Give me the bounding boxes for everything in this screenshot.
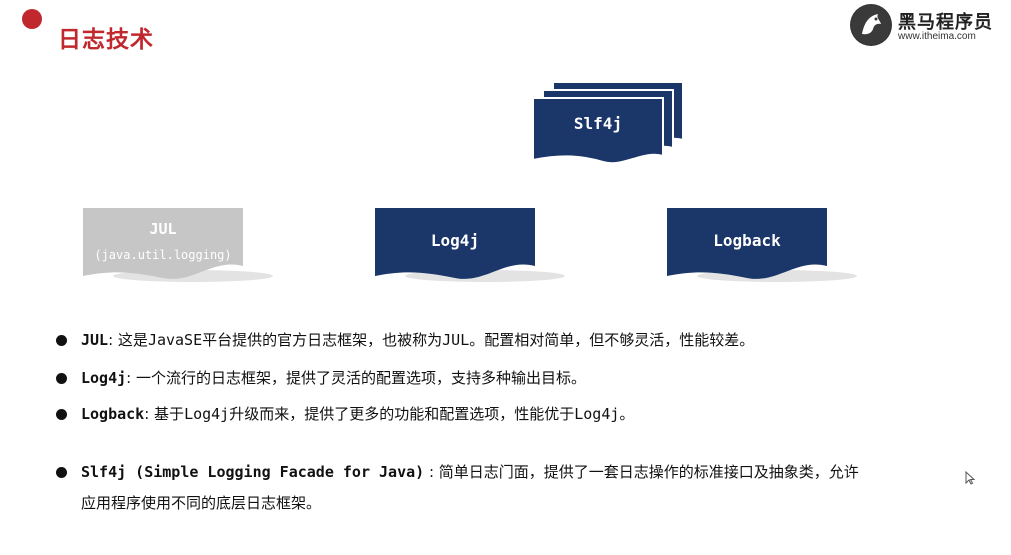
logback-document: Logback [667,208,857,282]
bullet-term: Slf4j (Simple Logging Facade for Java) [81,463,425,481]
bullet-dot-icon [56,467,67,478]
bullet-dot-icon [56,409,67,420]
bullet-term: Log4j [81,369,127,387]
brand-logo-block: 黑马程序员 www.itheima.com [850,4,1000,48]
page-title: 日志技术 [58,27,154,53]
slf4j-document-stack: Slf4j [532,81,693,165]
mouse-cursor-icon [965,470,976,489]
bullet-dot-icon [56,373,67,384]
title-bullet-icon [22,9,42,29]
bullet-term: JUL [81,331,109,349]
bullet-text: JUL: 这是JavaSE平台提供的官方日志框架，也被称为JUL。配置相对简单，… [81,331,755,349]
log4j-document: Log4j [375,208,565,282]
jul-title: JUL [149,220,177,238]
jul-document: JUL (java.util.logging) [83,208,273,282]
log4j-label: Log4j [430,231,480,250]
bullet-term: Logback [81,405,145,423]
logback-label: Logback [713,231,781,250]
slf4j-label: Slf4j [573,114,623,133]
bullet-text: Logback: 基于Log4j升级而来，提供了更多的功能和配置选项，性能优于L… [81,405,635,423]
horse-logo-icon [850,4,892,46]
jul-subtitle: (java.util.logging) [94,248,232,262]
bullet-text: Log4j: 一个流行的日志框架，提供了灵活的配置选项，支持多种输出目标。 [81,369,586,387]
brand-url: www.itheima.com [898,31,976,42]
bullet-dot-icon [56,335,67,346]
bullet-text: Slf4j (Simple Logging Facade for Java) :… [81,463,859,512]
